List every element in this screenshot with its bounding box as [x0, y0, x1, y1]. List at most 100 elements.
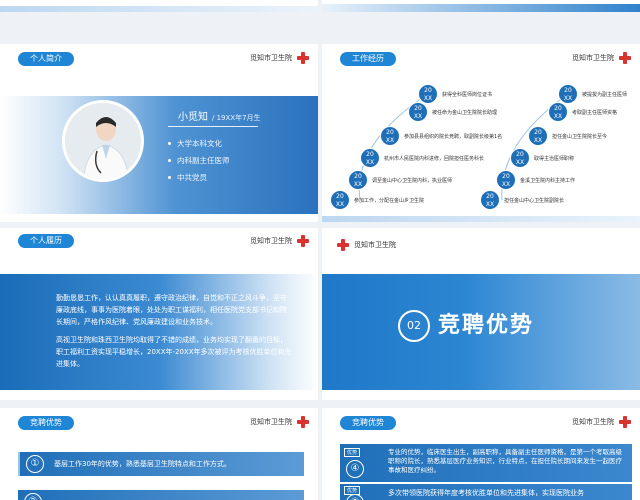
timeline-year-circle: 20 XX	[330, 190, 350, 210]
timeline-node: 20 XX 获得全科医师岗位证书	[418, 84, 492, 104]
slide-section-title[interactable]: 觅知市卫生院 02 竞聘优势	[322, 228, 640, 400]
resume-paragraph: 高视卫生院和珠西卫生院均取得了不错的成绩，业务均实现了翻番的目标，职工福利工资实…	[56, 336, 292, 368]
red-cross-icon	[296, 234, 310, 248]
year-bottom: XX	[515, 159, 525, 166]
year-top: 20	[414, 105, 422, 112]
timeline-text: 金溪卫生院内科主持工作	[520, 177, 576, 184]
slide-profile[interactable]: 个人简介 觅知市卫生院 小觅知 / 19XX年7月生 大学本科文化 内科副主任医…	[0, 44, 318, 222]
year-top: 20	[564, 87, 572, 94]
advantage-row: 优势 ④ 专业的优势，临床医生出生，副高职称，具备副主任医师资格，是第一个考取高…	[340, 444, 632, 482]
timeline-node: 20 XX 被提拔为副主任医师	[558, 84, 627, 104]
timeline-text: 考取副主任医师资格	[572, 109, 618, 116]
year-top: 20	[366, 151, 374, 158]
slide-advantages-left[interactable]: 竞聘优势 觅知市卫生院 ① 基层工作30年的优势，熟悉基层卫生院特点和工作方式。…	[0, 408, 318, 500]
year-bottom: XX	[501, 181, 511, 188]
slide-experience[interactable]: 工作经历 觅知市卫生院 20 XX 获得全科医师岗位证书 20 XX 被任命为金山卫生院院…	[322, 44, 640, 222]
year-top: 20	[386, 129, 394, 136]
timeline-year-circle: 20 XX	[480, 190, 500, 210]
section-title: 竞聘优势	[438, 313, 535, 338]
advantage-number: ②	[24, 493, 42, 500]
hospital-header: 觅知市卫生院	[572, 415, 632, 429]
red-cross-icon	[296, 415, 310, 429]
timeline-year-circle: 20 XX	[380, 126, 400, 146]
slide-top-right-partial	[322, 0, 640, 12]
year-bottom: XX	[353, 181, 363, 188]
timeline-node: 20 XX 被任命为金山卫生院院长助理	[408, 102, 497, 122]
hospital-name: 觅知市卫生院	[572, 418, 614, 426]
advantage-number: ①	[26, 455, 44, 473]
timeline-year-circle: 20 XX	[360, 148, 380, 168]
year-top: 20	[534, 129, 542, 136]
timeline-year-circle: 20 XX	[528, 126, 548, 146]
timeline-text: 参加县县组织的院长竞聘，取副院长级第1名	[404, 133, 503, 140]
year-bottom: XX	[335, 201, 345, 208]
advantage-row: ②	[18, 490, 304, 500]
timeline-node: 20 XX 调至金山中心卫生院内科，执业医师	[348, 170, 452, 190]
timeline-node: 20 XX 杭州市人民医院内科进修，回院担任医务科长	[360, 148, 484, 168]
timeline-text: 被任命为金山卫生院院长助理	[432, 109, 498, 116]
timeline-node: 20 XX 担任金山卫生院院长至今	[528, 126, 607, 146]
section-tag: 个人简介	[18, 52, 74, 66]
year-top: 20	[554, 105, 562, 112]
year-bottom: XX	[385, 137, 395, 144]
advantage-row: ① 基层工作30年的优势，熟悉基层卫生院特点和工作方式。	[18, 452, 304, 476]
year-bottom: XX	[485, 201, 495, 208]
section-tag: 竞聘优势	[340, 416, 396, 430]
profile-band	[0, 96, 318, 214]
slide-bottom-bar	[0, 6, 318, 12]
advantage-text: 基层工作30年的优势，熟悉基层卫生院特点和工作方式。	[54, 460, 231, 468]
advantage-number: ④	[346, 460, 364, 478]
slide-advantages-right[interactable]: 竞聘优势 觅知市卫生院 优势 ④ 专业的优势，临床医生出生，副高职称，具备副主任…	[322, 408, 640, 500]
timeline-year-circle: 20 XX	[418, 84, 438, 104]
section-tag: 竞聘优势	[18, 416, 74, 430]
doctor-avatar	[62, 100, 144, 182]
year-bottom: XX	[533, 137, 543, 144]
year-top: 20	[486, 193, 494, 200]
timeline-year-circle: 20 XX	[408, 102, 428, 122]
timeline-node: 20 XX 参加县县组织的院长竞聘，取副院长级第1名	[380, 126, 502, 146]
profile-name-row: 小觅知 / 19XX年7月生	[178, 108, 261, 123]
hospital-header: 觅知市卫生院	[250, 51, 310, 65]
hospital-name: 觅知市卫生院	[250, 54, 292, 62]
timeline-text: 取得主治医师职称	[534, 155, 575, 162]
section-number: 02	[398, 310, 430, 342]
year-top: 20	[336, 193, 344, 200]
timeline-text: 担任金山中心卫生院副院长	[504, 197, 565, 204]
hospital-header: 觅知市卫生院	[250, 234, 310, 248]
hospital-name: 觅知市卫生院	[250, 237, 292, 245]
advantage-number: ⑤	[346, 494, 364, 500]
year-bottom: XX	[365, 159, 375, 166]
timeline-text: 担任金山卫生院院长至今	[552, 133, 608, 140]
year-bottom: XX	[413, 113, 423, 120]
advantage-badge: 优势	[344, 448, 361, 457]
timeline-year-circle: 20 XX	[548, 102, 568, 122]
year-bottom: XX	[553, 113, 563, 120]
timeline-year-circle: 20 XX	[348, 170, 368, 190]
timeline-text: 杭州市人民医院内科进修，回院担任医务科长	[384, 155, 485, 162]
timeline-node: 20 XX 参加工作，分配在金山乡卫生院	[330, 190, 424, 210]
slide-bottom-bar	[322, 4, 640, 12]
red-cross-icon	[336, 238, 350, 252]
timeline-node: 20 XX 金溪卫生院内科主持工作	[496, 170, 575, 190]
profile-bullets: 大学本科文化 内科副主任医师 中共党员	[168, 132, 230, 189]
slide-top-left-partial	[0, 0, 318, 12]
advantage-text: 多次带领医院获得年度考核优胜单位和先进集体，实现医院业务	[388, 489, 584, 497]
timeline-text: 被提拔为副主任医师	[582, 91, 628, 98]
timeline-text: 参加工作，分配在金山乡卫生院	[354, 197, 425, 204]
advantage-row: 优势 ⑤ 多次带领医院获得年度考核优胜单位和先进集体，实现医院业务	[340, 484, 632, 500]
timeline-year-circle: 20 XX	[510, 148, 530, 168]
timeline-node: 20 XX 取得主治医师职称	[510, 148, 574, 168]
slide-bottom-bar	[322, 216, 640, 222]
timeline-text: 调至金山中心卫生院内科，执业医师	[372, 177, 453, 184]
profile-bullet: 中共党员	[168, 172, 230, 183]
profile-birth: / 19XX年7月生	[212, 114, 261, 122]
name-divider	[168, 126, 258, 127]
timeline-year-circle: 20 XX	[558, 84, 578, 104]
year-top: 20	[502, 173, 510, 180]
hospital-header: 觅知市卫生院	[250, 415, 310, 429]
profile-name: 小觅知	[178, 112, 208, 123]
advantage-text: 专业的优势，临床医生出生，副高职称，具备副主任医师资格，是第一个考取高级职称的院…	[388, 448, 622, 474]
slide-resume[interactable]: 个人履历 觅知市卫生院 勤勤恳恳工作，认认真真履职，遵守政治纪律，自觉和不正之风…	[0, 228, 318, 400]
year-top: 20	[354, 173, 362, 180]
hospital-name: 觅知市卫生院	[354, 241, 396, 249]
